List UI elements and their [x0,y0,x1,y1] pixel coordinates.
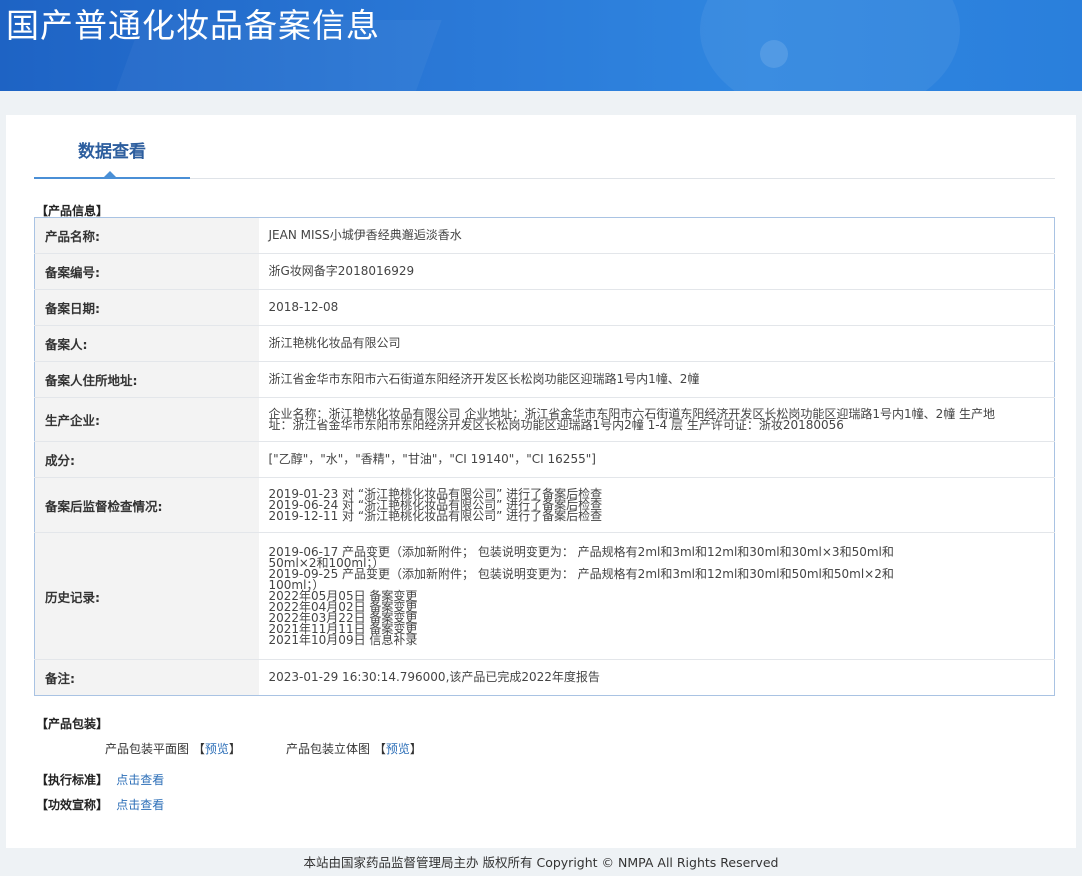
row-label: 成分: [34,441,259,478]
section-heading-standard: 【执行标准】 [36,773,109,787]
section-efficacy: 【功效宣称】 点击查看 [36,796,164,813]
row-value: 浙江省金华市东阳市六石街道东阳经济开发区长松岗功能区迎瑞路1号内1幢、2幢 [258,361,1055,398]
table-row: 历史记录: 2019-06-17 产品变更（添加新附件； 包装说明变更为： 产品… [34,532,1055,660]
row-value: 2023-01-29 16:30:14.796000,该产品已完成2022年度报… [268,670,600,684]
row-value: JEAN MISS小城伊香经典邂逅淡香水 [258,217,1055,254]
table-row: 备案编号: 浙G妆网备字2018016929 [34,253,1055,290]
tab-active-indicator [104,171,116,177]
package-flat-item: 产品包装平面图 【预览】 [105,740,241,757]
row-label: 历史记录: [34,532,259,660]
row-label: 备案人住所地址: [34,361,259,398]
row-value: 企业名称：浙江艳桃化妆品有限公司 企业地址：浙江省金华市东阳市六石街道东阳经济开… [258,397,1055,442]
row-value: 2019-06-17 产品变更（添加新附件； 包装说明变更为： 产品规格有2ml… [258,532,1055,660]
table-row: 备案人: 浙江艳桃化妆品有限公司 [34,325,1055,362]
package-solid-label: 产品包装立体图 [286,742,371,756]
row-label: 生产企业: [34,397,259,442]
package-solid-preview-link[interactable]: 预览 [386,742,410,756]
row-value: 2018-12-08 [258,289,1055,326]
section-heading-efficacy: 【功效宣称】 [36,798,109,812]
bracket: 】 [409,742,422,756]
product-info-table: 产品名称: JEAN MISS小城伊香经典邂逅淡香水 备案编号: 浙G妆网备字2… [34,217,1055,696]
package-flat-label: 产品包装平面图 [105,742,190,756]
banner-decoration [700,0,960,91]
package-solid-item: 产品包装立体图 【预览】 [286,740,422,757]
table-row: 备案后监督检查情况: 2019-01-23 对 “浙江艳桃化妆品有限公司” 进行… [34,477,1055,533]
package-flat-preview-link[interactable]: 预览 [205,742,229,756]
tab-label: 数据查看 [78,142,146,162]
table-row: 产品名称: JEAN MISS小城伊香经典邂逅淡香水 [34,217,1055,254]
table-row: 生产企业: 企业名称：浙江艳桃化妆品有限公司 企业地址：浙江省金华市东阳市六石街… [34,397,1055,442]
row-label: 备案后监督检查情况: [34,477,259,533]
table-row: 备案日期: 2018-12-08 [34,289,1055,326]
table-row: 备案人住所地址: 浙江省金华市东阳市六石街道东阳经济开发区长松岗功能区迎瑞路1号… [34,361,1055,398]
footer-copyright: 本站由国家药品监督管理局主办 版权所有 Copyright © NMPA All… [303,855,779,870]
efficacy-view-link[interactable]: 点击查看 [116,798,164,812]
banner-decoration [760,40,788,68]
row-label: 备案日期: [34,289,259,326]
section-heading-packaging: 【产品包装】 [36,717,109,731]
table-row: 成分: ["乙醇"，"水"，"香精"，"甘油"，"CI 19140"，"CI 1… [34,441,1055,478]
row-label: 备注: [34,659,259,696]
bracket: 【 [192,742,205,756]
row-value: 浙G妆网备字2018016929 [258,253,1055,290]
standard-view-link[interactable]: 点击查看 [116,773,164,787]
row-value: ["乙醇"，"水"，"香精"，"甘油"，"CI 19140"，"CI 16255… [258,441,1055,478]
bracket: 】 [228,742,241,756]
row-label: 备案人: [34,325,259,362]
page-title: 国产普通化妆品备案信息 [6,6,380,45]
main-panel: 数据查看 【产品信息】 产品名称: JEAN MISS小城伊香经典邂逅淡香水 备… [6,115,1076,848]
row-value: 浙江艳桃化妆品有限公司 [258,325,1055,362]
row-value: 2019-01-23 对 “浙江艳桃化妆品有限公司” 进行了备案后检查 2019… [258,477,1055,533]
tab-bar: 数据查看 [34,133,1055,179]
table-row: 备注: 2023-01-29 16:30:14.796000,该产品已完成202… [34,659,1055,696]
bracket: 【 [373,742,386,756]
section-standard: 【执行标准】 点击查看 [36,771,164,788]
tab-data-view[interactable]: 数据查看 [34,133,190,179]
row-label: 备案编号: [34,253,259,290]
header-banner: 国产普通化妆品备案信息 [0,0,1082,91]
row-label: 产品名称: [34,217,259,254]
